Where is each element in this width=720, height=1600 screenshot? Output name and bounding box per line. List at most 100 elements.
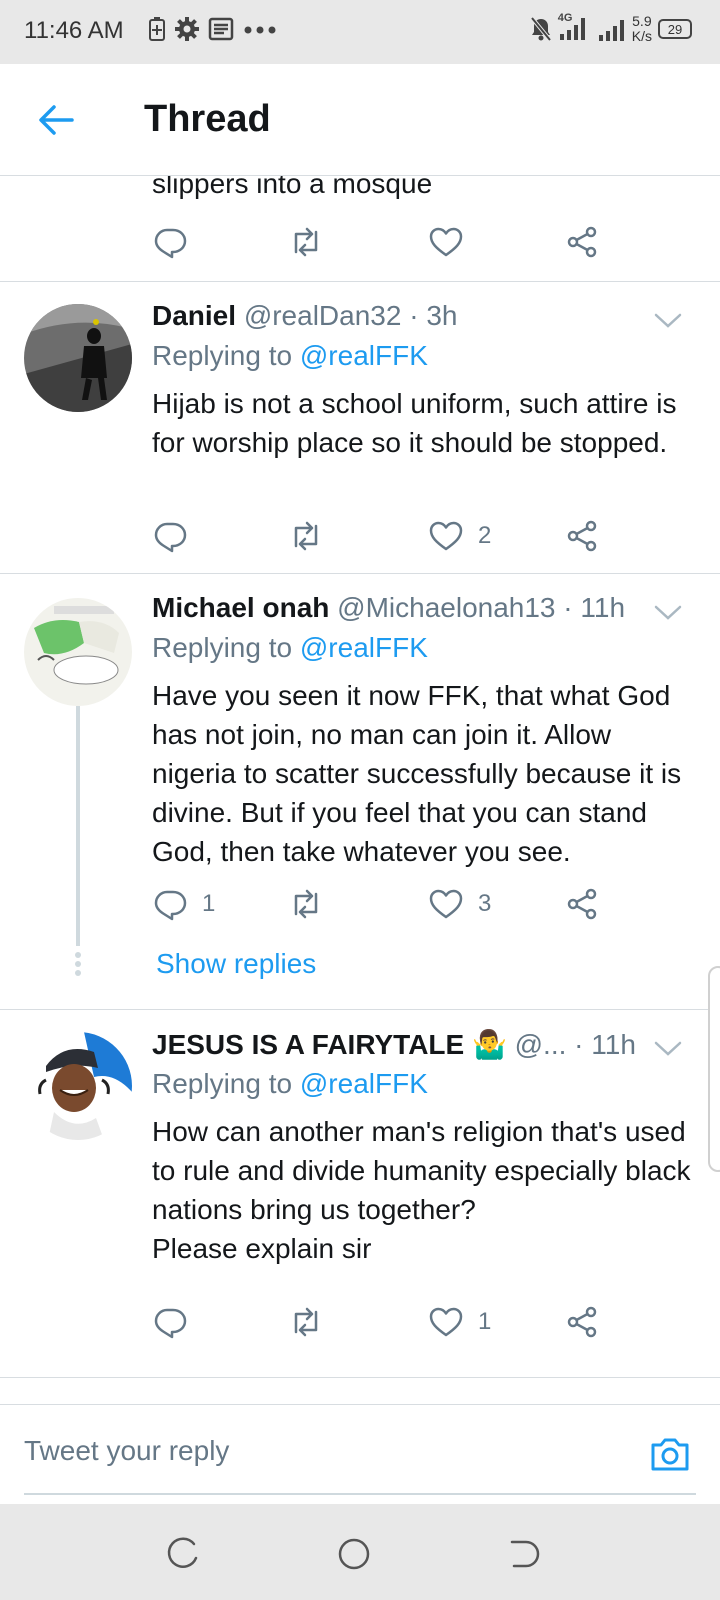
- reply-button[interactable]: [152, 1302, 202, 1342]
- avatar[interactable]: [24, 598, 132, 706]
- signal-4g-icon: 4G: [558, 12, 592, 46]
- replying-to: Replying to @realFFK: [152, 340, 428, 372]
- share-button[interactable]: [564, 1302, 600, 1342]
- reply-icon: [154, 890, 187, 921]
- edge-panel-handle[interactable]: [708, 966, 720, 1172]
- like-count: 1: [478, 1308, 492, 1335]
- retweet-icon: [294, 227, 318, 257]
- tweet-partial[interactable]: slippers into a mosque: [0, 176, 720, 282]
- reply-button[interactable]: 1: [152, 884, 215, 924]
- tweet-meta: Daniel @realDan32 · 3h: [152, 300, 660, 332]
- author-handle[interactable]: @...: [515, 1029, 567, 1060]
- share-icon: [567, 1306, 597, 1338]
- tweet[interactable]: Daniel @realDan32 · 3h Replying to @real…: [0, 282, 720, 574]
- retweet-icon: [294, 1307, 318, 1337]
- page-title: Thread: [144, 98, 271, 140]
- avatar[interactable]: [24, 1032, 132, 1140]
- signal-bars-icon: [598, 20, 624, 41]
- tweet-actions: [152, 222, 612, 262]
- tweet[interactable]: JESUS IS A FAIRYTALE 🤷‍♂️ @... · 11h Rep…: [0, 1010, 720, 1378]
- more-dots-icon: [244, 26, 276, 34]
- tweet-meta: Michael onah @Michaelonah13 · 11h: [152, 592, 660, 624]
- reply-icon: [154, 522, 187, 553]
- avatar[interactable]: [24, 304, 132, 412]
- reply-input-underline: [24, 1493, 696, 1495]
- like-icon: [429, 1307, 463, 1337]
- replying-to: Replying to @realFFK: [152, 1068, 428, 1100]
- like-button[interactable]: 2: [428, 516, 491, 556]
- home-icon[interactable]: [336, 1536, 372, 1572]
- speed-unit: K/s: [631, 28, 652, 44]
- share-button[interactable]: [564, 516, 600, 556]
- replying-to: Replying to @realFFK: [152, 632, 428, 664]
- retweet-icon: [294, 521, 318, 551]
- replying-to-link[interactable]: @realFFK: [300, 1068, 428, 1099]
- reply-icon: [154, 1308, 187, 1339]
- status-time: 11:46 AM: [24, 17, 124, 44]
- replying-label: Replying to: [152, 632, 293, 663]
- author-name[interactable]: Daniel: [152, 300, 236, 331]
- share-icon: [567, 226, 597, 258]
- system-nav-bar: [0, 1504, 720, 1600]
- settings-gear-icon: [175, 17, 199, 41]
- show-replies-link[interactable]: Show replies: [156, 948, 316, 980]
- author-handle[interactable]: @realDan32: [244, 300, 402, 331]
- tweet-time: · 11h: [563, 592, 626, 623]
- author-name[interactable]: JESUS IS A FAIRYTALE 🤷‍♂️: [152, 1029, 507, 1060]
- share-icon: [567, 520, 597, 552]
- mute-bell-icon: [530, 16, 552, 42]
- tweet-time: · 11h: [574, 1029, 636, 1060]
- battery-saver-icon: [149, 17, 165, 41]
- tweet-meta: JESUS IS A FAIRYTALE 🤷‍♂️ @... · 11h: [152, 1028, 660, 1061]
- tweet-time: · 3h: [409, 300, 458, 331]
- tweet-body: Have you seen it now FFK, that what God …: [152, 680, 682, 867]
- retweet-button[interactable]: [288, 884, 324, 924]
- battery-icon: 29: [658, 19, 692, 39]
- like-icon: [429, 521, 463, 551]
- chevron-down-icon[interactable]: [652, 596, 684, 628]
- tweet-actions: 2: [152, 516, 612, 556]
- reply-input[interactable]: Tweet your reply: [24, 1435, 229, 1467]
- like-icon: [429, 227, 463, 257]
- tweet[interactable]: Michael onah @Michaelonah13 · 11h Replyi…: [0, 574, 720, 1010]
- tweet-body: slippers into a mosque: [152, 176, 433, 199]
- chevron-down-icon[interactable]: [652, 1032, 684, 1064]
- author-handle[interactable]: @Michaelonah13: [337, 592, 555, 623]
- chevron-down-icon[interactable]: [652, 304, 684, 336]
- retweet-button[interactable]: [288, 1302, 324, 1342]
- like-count: 2: [478, 522, 492, 549]
- like-button[interactable]: 1: [428, 1302, 491, 1342]
- replying-to-link[interactable]: @realFFK: [300, 340, 428, 371]
- tweet-body: Hijab is not a school uniform, such atti…: [152, 388, 677, 458]
- author-name[interactable]: Michael onah: [152, 592, 329, 623]
- replying-label: Replying to: [152, 340, 293, 371]
- network-speed: 5.9 K/s: [632, 14, 652, 44]
- back-arrow-icon[interactable]: [36, 100, 76, 140]
- recent-apps-icon[interactable]: [166, 1536, 202, 1572]
- camera-icon[interactable]: [648, 1431, 692, 1475]
- battery-level: 29: [667, 21, 683, 37]
- replying-to-link[interactable]: @realFFK: [300, 632, 428, 663]
- notification-icons: [148, 16, 278, 42]
- status-bar: 11:46 AM 4G 5.9 K/s 29: [0, 0, 720, 64]
- thread-header: Thread: [0, 64, 720, 176]
- share-icon: [567, 888, 597, 920]
- like-icon: [429, 889, 463, 919]
- share-button[interactable]: [564, 222, 600, 262]
- like-button[interactable]: [428, 222, 464, 262]
- news-icon: [208, 17, 234, 41]
- retweet-button[interactable]: [288, 516, 324, 556]
- reply-button[interactable]: [152, 516, 202, 556]
- tweet-actions: 1 3: [152, 884, 612, 924]
- tweet-actions: 1: [152, 1302, 612, 1342]
- like-button[interactable]: 3: [428, 884, 491, 924]
- back-nav-icon[interactable]: [506, 1536, 542, 1572]
- tweet-body-line: How can another man's religion that's us…: [152, 1116, 691, 1225]
- share-button[interactable]: [564, 884, 600, 924]
- reply-icon: [154, 228, 187, 259]
- reply-button[interactable]: [152, 222, 188, 262]
- thread-feed[interactable]: slippers into a mosque Daniel @realDan32…: [0, 176, 720, 1404]
- speed-value: 5.9: [632, 13, 652, 29]
- reply-composer[interactable]: Tweet your reply: [0, 1404, 720, 1500]
- retweet-button[interactable]: [288, 222, 324, 262]
